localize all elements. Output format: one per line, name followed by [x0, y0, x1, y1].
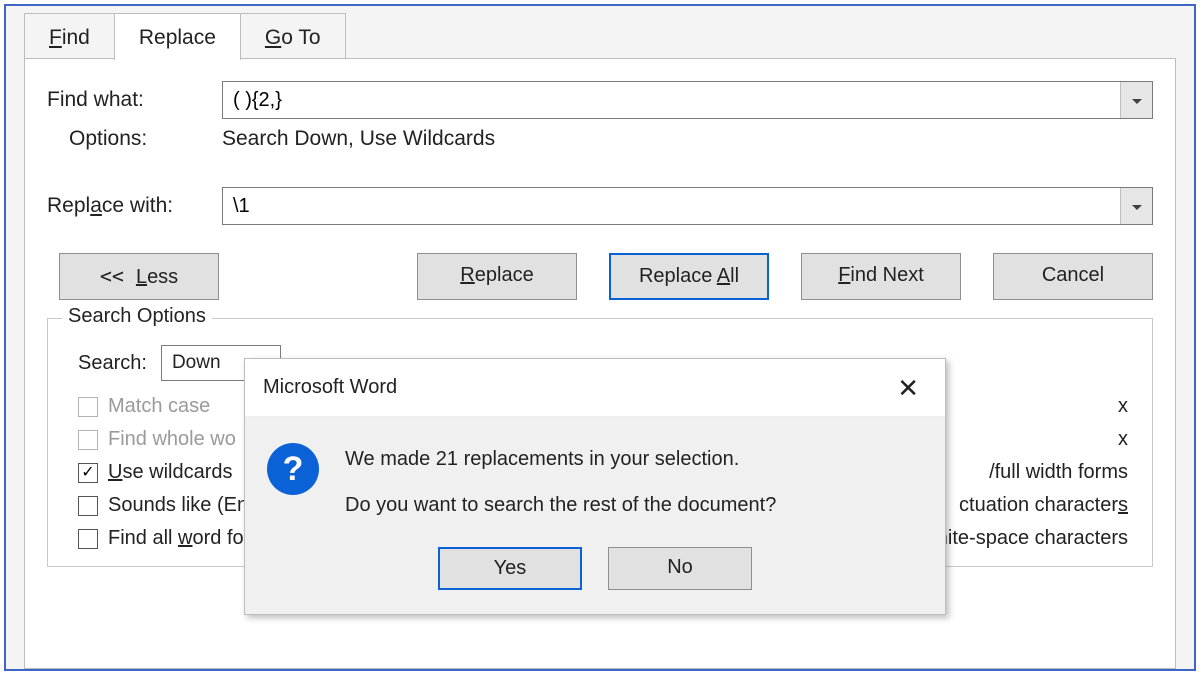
- less-button[interactable]: << Less: [59, 253, 219, 300]
- button-row: << Less Replace Replace All Find Next Ca…: [47, 253, 1153, 300]
- find-what-dropdown[interactable]: [1120, 82, 1152, 118]
- cancel-button[interactable]: Cancel: [993, 253, 1153, 300]
- confirmation-dialog: Microsoft Word ✕ ? We made 21 replacemen…: [244, 358, 946, 615]
- find-what-input[interactable]: [223, 82, 1120, 118]
- replace-button[interactable]: Replace: [417, 253, 577, 300]
- chevron-down-icon: [1132, 99, 1142, 104]
- replace-with-input[interactable]: [223, 188, 1120, 224]
- tab-strip: Find Replace Go To: [24, 6, 345, 60]
- right-partial-3: /full width forms: [989, 461, 1128, 484]
- search-options-legend: Search Options: [62, 305, 212, 328]
- whole-words-checkbox: [78, 430, 98, 450]
- match-case-checkbox: [78, 397, 98, 417]
- options-value: Search Down, Use Wildcards: [222, 127, 495, 150]
- use-wildcards-checkbox[interactable]: ✓: [78, 463, 98, 483]
- right-partial-4: ctuation characters: [959, 494, 1128, 517]
- tab-find-ul: F: [49, 26, 62, 49]
- find-what-label: Find what:: [47, 88, 222, 112]
- check-icon: ✓: [81, 465, 94, 481]
- right-partial-1: x: [1118, 395, 1128, 418]
- tab-goto[interactable]: Go To: [240, 13, 346, 60]
- word-forms-checkbox[interactable]: [78, 529, 98, 549]
- find-next-button[interactable]: Find Next: [801, 253, 961, 300]
- tab-find[interactable]: Find: [24, 13, 115, 60]
- no-button[interactable]: No: [608, 547, 752, 590]
- chevron-down-icon: [1132, 205, 1142, 210]
- close-icon[interactable]: ✕: [889, 371, 927, 405]
- search-direction-label: Search:: [78, 352, 147, 375]
- replace-with-combo[interactable]: [222, 187, 1153, 225]
- right-partial-2: x: [1118, 428, 1128, 451]
- replace-with-dropdown[interactable]: [1120, 188, 1152, 224]
- dialog-message: We made 21 replacements in your selectio…: [345, 443, 776, 521]
- tab-replace[interactable]: Replace: [114, 13, 241, 60]
- sounds-like-checkbox[interactable]: [78, 496, 98, 516]
- yes-button[interactable]: Yes: [438, 547, 582, 590]
- question-icon: ?: [267, 443, 319, 495]
- replace-with-label: Replace with:: [47, 194, 222, 218]
- replace-all-button[interactable]: Replace All: [609, 253, 769, 300]
- dialog-titlebar: Microsoft Word ✕: [245, 359, 945, 417]
- dialog-title: Microsoft Word: [263, 376, 397, 399]
- find-what-combo[interactable]: [222, 81, 1153, 119]
